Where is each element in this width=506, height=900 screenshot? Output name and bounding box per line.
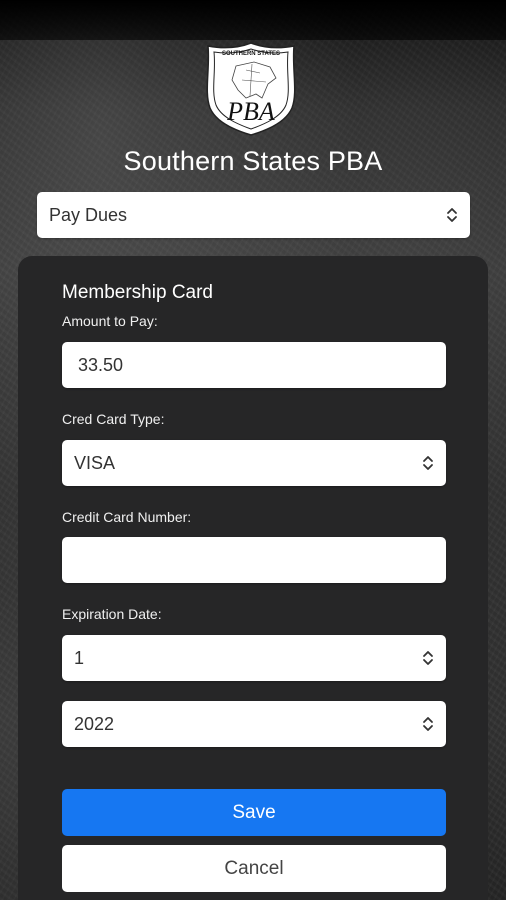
chevron-up-down-icon [423, 651, 433, 665]
card-type-label: Cred Card Type: [62, 411, 165, 427]
expiration-label: Expiration Date: [62, 606, 162, 622]
card-number-label: Credit Card Number: [62, 509, 192, 525]
amount-value: 33.50 [78, 354, 124, 375]
expiration-year-select[interactable]: 2022 [62, 701, 446, 747]
chevron-up-down-icon [447, 208, 457, 222]
expiration-month-select[interactable]: 1 [62, 635, 446, 681]
save-button[interactable]: Save [62, 789, 446, 836]
chevron-up-down-icon [423, 717, 433, 731]
action-select-value: Pay Dues [49, 204, 128, 225]
amount-label: Amount to Pay: [62, 313, 158, 329]
card-type-select[interactable]: VISA [62, 440, 446, 486]
chevron-up-down-icon [423, 456, 433, 470]
pba-badge-logo: SOUTHERN STATES PBA [206, 42, 296, 136]
svg-text:PBA: PBA [226, 97, 275, 126]
form-title: Membership Card [62, 282, 213, 303]
expiration-year-value: 2022 [74, 713, 115, 734]
expiration-month-value: 1 [74, 647, 85, 668]
svg-text:SOUTHERN STATES: SOUTHERN STATES [222, 51, 280, 57]
action-select[interactable]: Pay Dues [37, 192, 470, 238]
cancel-button[interactable]: Cancel [62, 845, 446, 892]
card-number-input[interactable] [62, 537, 446, 583]
status-bar [0, 0, 506, 40]
amount-input[interactable]: 33.50 [62, 342, 446, 388]
organization-title: Southern States PBA [123, 146, 383, 176]
card-type-value: VISA [74, 452, 116, 473]
